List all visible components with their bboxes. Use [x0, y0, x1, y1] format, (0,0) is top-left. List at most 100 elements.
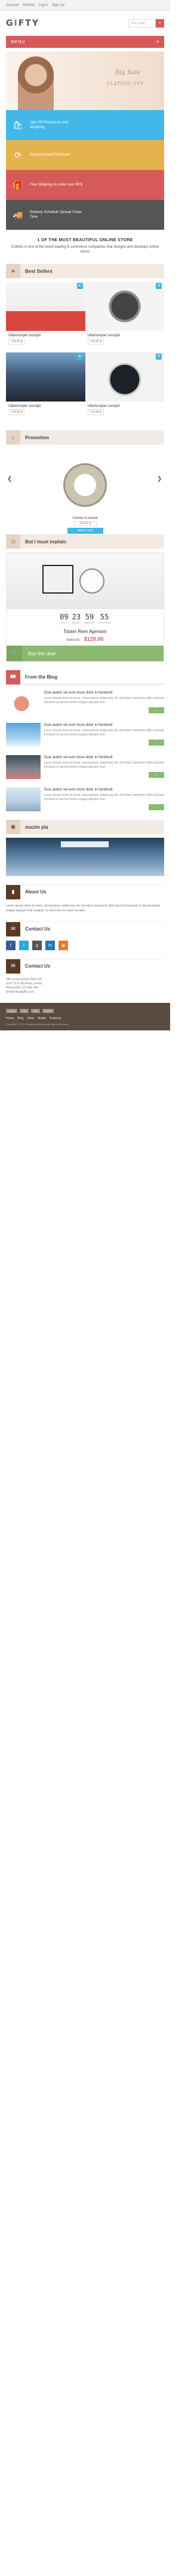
post-thumbnail[interactable] [6, 787, 41, 811]
product-card[interactable]: ♥ Ullamcorper suscipit 178.90 $ [6, 352, 85, 423]
menu-bar[interactable]: MENU ≡ [6, 36, 164, 48]
bestsellers-header: ★ Best Sellers [6, 264, 164, 278]
product-card[interactable]: ♥ Ullamcorper suscipit 178.90 $ [85, 352, 165, 423]
blog-post: Duis autem vel eum iriure dolor in hendr… [6, 723, 164, 747]
blog-post: Duis autem vel eum iriure dolor in hendr… [6, 755, 164, 779]
product-name[interactable]: Ullamcorper suscipit [85, 331, 165, 339]
post-title[interactable]: Duis autem vel eum iriure dolor in hendr… [44, 691, 164, 695]
store-sign [61, 841, 109, 847]
search-button[interactable]: ⌕ [156, 19, 164, 28]
wishlist-link[interactable]: Wishlist [23, 4, 35, 7]
product-image[interactable] [85, 352, 164, 402]
read-more-button[interactable]: → [149, 804, 164, 810]
wishlist-icon[interactable]: ♥ [76, 354, 83, 360]
facebook-icon[interactable]: f [6, 941, 16, 950]
post-excerpt: Lorem ipsum dolor sit amet, consectetuer… [44, 729, 164, 737]
promotion-price: 180.00 $ [73, 521, 97, 526]
carousel-right-arrow[interactable]: ❯ [157, 476, 163, 485]
wishlist-icon[interactable]: ♥ [156, 354, 162, 360]
footer-link-home[interactable]: Home [6, 1017, 14, 1020]
about-text: Lorem ipsum dolor sit amet, consectetuer… [6, 904, 161, 913]
post-excerpt: Lorem ipsum dolor sit amet, consectetuer… [44, 793, 164, 801]
products-grid: ♥ Ullamcorper suscipit 178.90 $ ♥ Ullamc… [6, 282, 164, 423]
post-title[interactable]: Duis autem vel eum iriure dolor in hendr… [44, 755, 164, 760]
product-name[interactable]: Ullamcorper suscipit [6, 402, 85, 409]
countdown-days: 09 DAYS [60, 613, 68, 624]
envelope-icon: ✉ [6, 959, 20, 974]
post-thumbnail[interactable] [6, 723, 41, 747]
promotion-carousel: ❮ ❯ Contrary to popular 180.00 $ Add to … [6, 448, 164, 534]
post-title[interactable]: Duis autem vel eum iriure dolor in hendr… [44, 723, 164, 728]
feature-text: Easy Extended Returned [30, 153, 70, 157]
product-image[interactable] [6, 282, 85, 331]
deal-header: ◷ But I must explain [6, 534, 164, 549]
mazim-image[interactable] [6, 838, 164, 876]
contact-title: Contact Us [25, 926, 51, 932]
product-card[interactable]: ♥ Ullamcorper suscipit 178.90 $ [6, 282, 85, 352]
product-image[interactable] [85, 282, 164, 331]
countdown-hours: 23 HOURS [72, 613, 81, 624]
blog-post: Duis autem vel eum iriure dolor in hendr… [6, 691, 164, 714]
envelope-icon: ✉ [6, 921, 20, 936]
countdown-label: SECONDS [98, 621, 110, 624]
promotion-caption[interactable]: Contrary to popular [6, 516, 164, 520]
promotion-header: ⌂ Promotion [6, 430, 164, 445]
account-link[interactable]: Account [6, 4, 19, 7]
paypal-icon: PayPal [6, 1009, 17, 1013]
buy-deal-label: Buy this deal [28, 650, 56, 656]
copyright: Copyright © 2013 Template by Monkey.All … [6, 1023, 69, 1026]
wishlist-icon[interactable]: ♥ [156, 283, 162, 289]
arrow-right-icon: → [155, 805, 158, 809]
mazim-header: ⬢ mazim pla [6, 820, 164, 834]
contact-line: Email:info@gifty.com [6, 990, 34, 994]
post-thumbnail[interactable] [6, 691, 41, 714]
google-plus-icon[interactable]: g [32, 941, 42, 950]
add-to-cart-button[interactable]: Add to Cart [67, 528, 103, 534]
hero-line1: Big Sale [115, 69, 140, 76]
about-title: About Us [25, 889, 47, 895]
contact-header: ✉ Contact Us [6, 921, 164, 936]
contact-line: 22-K-22-9 SE Amet, Lorem, [6, 982, 43, 986]
read-more-button[interactable]: → [149, 707, 164, 713]
social-links: f t g in ◉ [6, 941, 164, 950]
product-name[interactable]: Ullamcorper suscipit [6, 331, 85, 339]
footer-nav: Home Blog Shop Media Features [6, 1017, 164, 1020]
wishlist-icon[interactable]: ♥ [76, 283, 83, 289]
deal-new-price: $120.00 [84, 636, 104, 642]
search-input[interactable]: Your email [128, 19, 156, 28]
about-header: ▮ About Us [6, 884, 164, 899]
post-thumbnail[interactable] [6, 755, 41, 779]
rss-icon[interactable]: ◉ [58, 941, 68, 950]
login-link[interactable]: Log in [38, 4, 48, 7]
buy-deal-button[interactable]: 🛒 Buy this deal [7, 646, 164, 661]
read-more-button[interactable]: → [149, 772, 164, 778]
carousel-left-arrow[interactable]: ❮ [7, 476, 13, 485]
post-title[interactable]: Duis autem vel eum iriure dolor in hendr… [44, 787, 164, 792]
deal-product-name[interactable]: Totam Rem Aperiam [7, 629, 164, 634]
signup-link[interactable]: Sign Up [52, 4, 64, 7]
countdown-label: MINUTES [84, 621, 96, 624]
post-excerpt: Lorem ipsum dolor sit amet, consectetuer… [44, 761, 164, 769]
hero-banner[interactable]: Big Sale FLATION OFF [6, 51, 164, 110]
footer-link-features[interactable]: Features [50, 1017, 61, 1020]
footer-link-media[interactable]: Media [38, 1017, 46, 1020]
paypal-icon: PayPal [42, 1009, 54, 1013]
twitter-icon[interactable]: t [19, 941, 29, 950]
read-more-button[interactable]: → [149, 740, 164, 746]
product-name[interactable]: Ullamcorper suscipit [85, 402, 165, 409]
book-icon: 📖 [6, 670, 20, 685]
footer: PayPal VISA VISA PayPal Home Blog Shop M… [0, 1003, 170, 1030]
site-logo[interactable]: GIFTY [6, 19, 39, 28]
blog-title: From the Blog [25, 674, 58, 680]
clock-icon: ◷ [6, 534, 20, 549]
footer-link-blog[interactable]: Blog [17, 1017, 23, 1020]
linkedin-icon[interactable]: in [45, 941, 55, 950]
tag-icon: ⌂ [6, 430, 20, 445]
product-card[interactable]: ♥ Ullamcorper suscipit 178.90 $ [85, 282, 165, 352]
watch-image [79, 568, 104, 594]
bag-image [42, 565, 73, 594]
promotion-image[interactable] [30, 448, 140, 515]
footer-link-shop[interactable]: Shop [27, 1017, 34, 1020]
product-image[interactable] [6, 352, 85, 402]
deal-image[interactable] [7, 553, 164, 609]
